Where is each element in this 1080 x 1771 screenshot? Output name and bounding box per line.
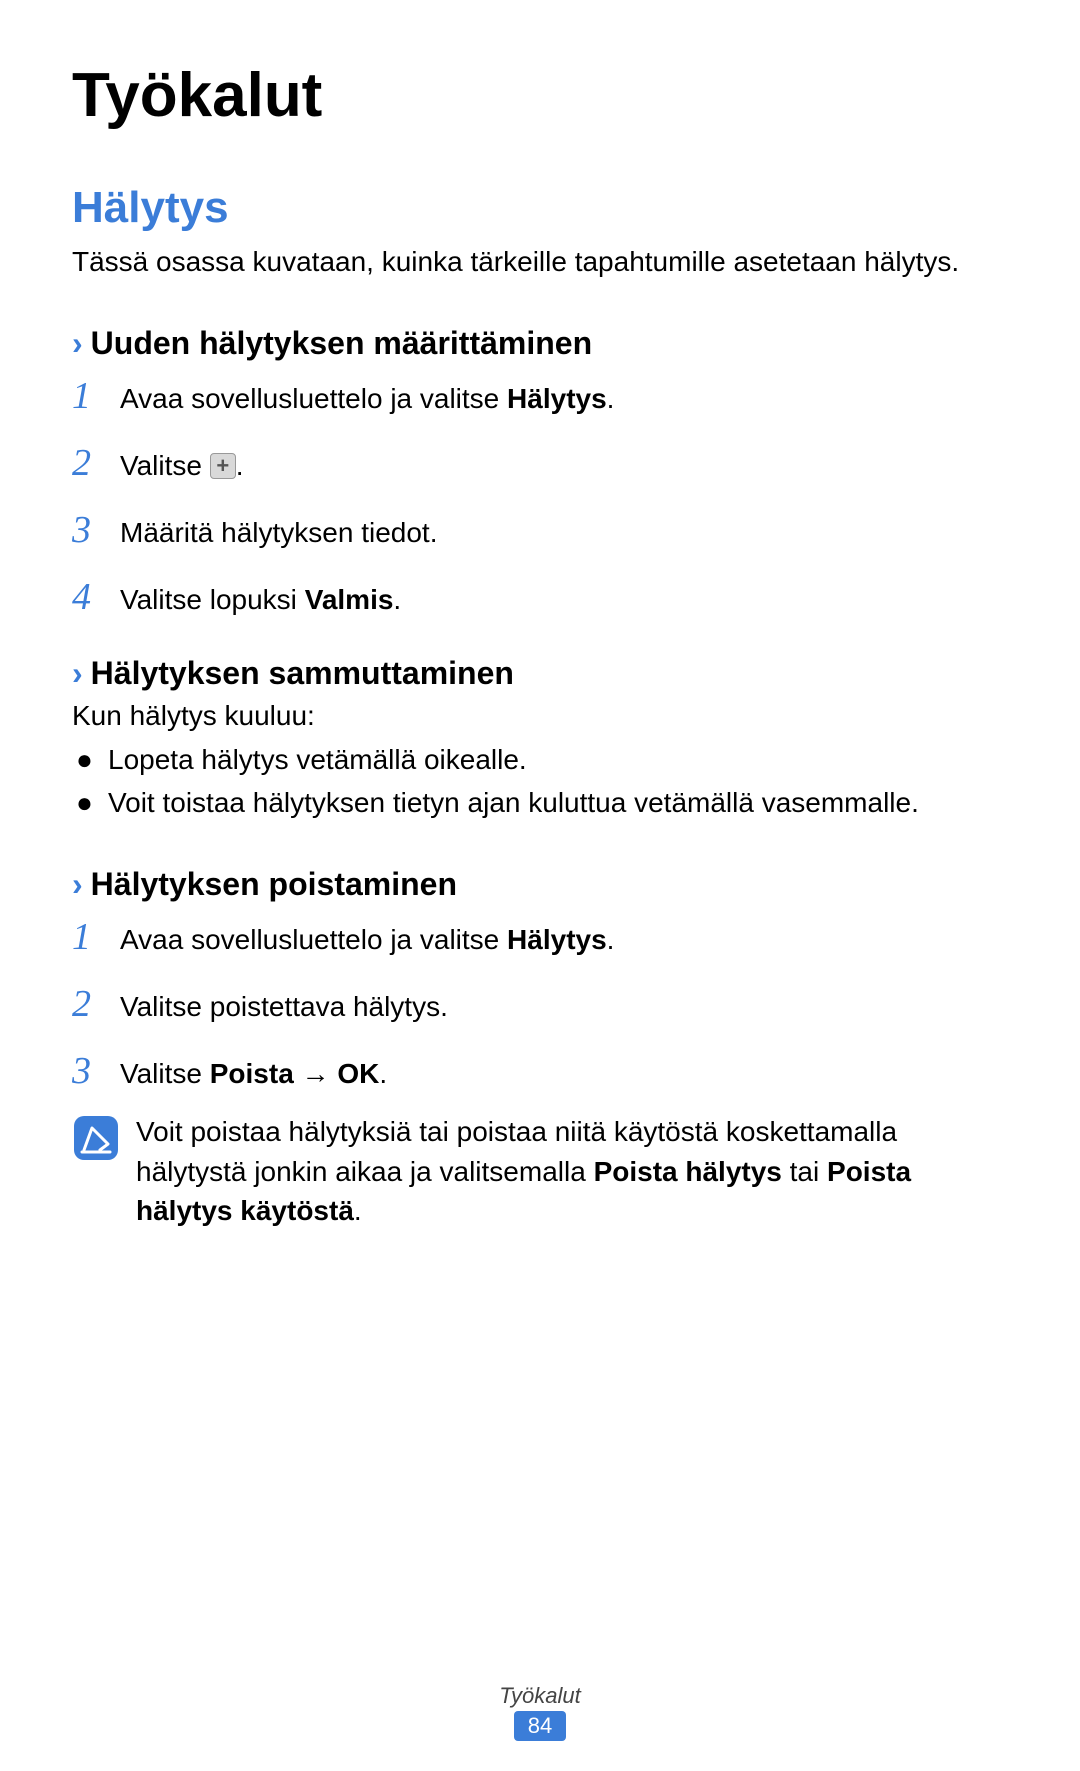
step-list: 1 Avaa sovellusluettelo ja valitse Hälyt…: [72, 911, 1008, 1099]
subsection-create-alarm: › Uuden hälytyksen määrittäminen 1 Avaa …: [72, 325, 1008, 625]
bullet-icon: ●: [72, 740, 108, 779]
step-list: 1 Avaa sovellusluettelo ja valitse Hälyt…: [72, 370, 1008, 625]
note-icon: [72, 1114, 120, 1162]
subsection-title: Hälytyksen poistaminen: [91, 866, 457, 903]
step-number: 3: [72, 504, 120, 557]
page-number: 84: [514, 1711, 566, 1741]
step-number: 2: [72, 437, 120, 490]
step-number: 2: [72, 978, 120, 1031]
step-text: Valitse lopuksi Valmis.: [120, 580, 1008, 619]
note-box: Voit poistaa hälytyksiä tai poistaa niit…: [72, 1112, 1008, 1230]
step-item: 3 Määritä hälytyksen tiedot.: [72, 504, 1008, 557]
chevron-icon: ›: [72, 325, 83, 362]
step-item: 1 Avaa sovellusluettelo ja valitse Hälyt…: [72, 370, 1008, 423]
step-number: 1: [72, 911, 120, 964]
step-item: 2 Valitse poistettava hälytys.: [72, 978, 1008, 1031]
page-title: Työkalut: [72, 60, 1008, 131]
bullet-text: Lopeta hälytys vetämällä oikealle.: [108, 740, 1008, 779]
step-text: Määritä hälytyksen tiedot.: [120, 513, 1008, 552]
plus-icon: +: [210, 453, 236, 479]
bullet-text: Voit toistaa hälytyksen tietyn ajan kulu…: [108, 783, 1008, 822]
step-text: Valitse Poista → OK.: [120, 1054, 1008, 1093]
bullet-list: ● Lopeta hälytys vetämällä oikealle. ● V…: [72, 740, 1008, 822]
step-text: Avaa sovellusluettelo ja valitse Hälytys…: [120, 379, 1008, 418]
intro-line: Kun hälytys kuuluu:: [72, 700, 1008, 732]
step-number: 1: [72, 370, 120, 423]
step-text: Valitse +.: [120, 446, 1008, 485]
bullet-item: ● Lopeta hälytys vetämällä oikealle.: [72, 740, 1008, 779]
step-number: 4: [72, 571, 120, 624]
step-item: 3 Valitse Poista → OK.: [72, 1045, 1008, 1098]
step-item: 4 Valitse lopuksi Valmis.: [72, 571, 1008, 624]
step-number: 3: [72, 1045, 120, 1098]
bullet-item: ● Voit toistaa hälytyksen tietyn ajan ku…: [72, 783, 1008, 822]
section-title: Hälytys: [72, 183, 1008, 233]
step-text: Avaa sovellusluettelo ja valitse Hälytys…: [120, 920, 1008, 959]
chevron-icon: ›: [72, 655, 83, 692]
footer: Työkalut 84: [0, 1683, 1080, 1741]
subsection-title: Hälytyksen sammuttaminen: [91, 655, 514, 692]
subsection-delete-alarm: › Hälytyksen poistaminen 1 Avaa sovellus…: [72, 866, 1008, 1230]
bullet-icon: ●: [72, 783, 108, 822]
step-item: 2 Valitse +.: [72, 437, 1008, 490]
subsection-stop-alarm: › Hälytyksen sammuttaminen Kun hälytys k…: [72, 655, 1008, 822]
chevron-icon: ›: [72, 866, 83, 903]
step-item: 1 Avaa sovellusluettelo ja valitse Hälyt…: [72, 911, 1008, 964]
step-text: Valitse poistettava hälytys.: [120, 987, 1008, 1026]
subsection-title: Uuden hälytyksen määrittäminen: [91, 325, 592, 362]
footer-label: Työkalut: [0, 1683, 1080, 1709]
section-intro: Tässä osassa kuvataan, kuinka tärkeille …: [72, 243, 1008, 281]
note-text: Voit poistaa hälytyksiä tai poistaa niit…: [136, 1112, 1008, 1230]
